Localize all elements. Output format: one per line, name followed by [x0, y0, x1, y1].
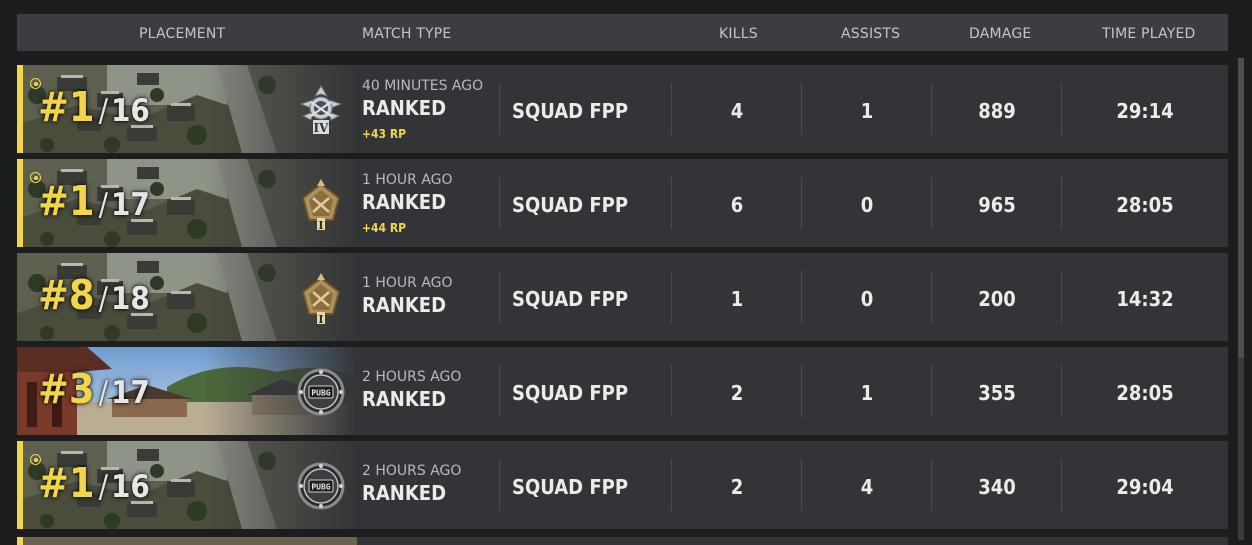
kills-value: 6	[730, 193, 744, 217]
table-header: PLACEMENT MATCH TYPE KILLS ASSISTS DAMAG…	[17, 14, 1228, 51]
svg-text:IV: IV	[314, 121, 330, 135]
gold-i-icon: I	[293, 270, 349, 326]
assists-value: 4	[860, 475, 874, 499]
pubg-badge-text: PUBG	[311, 389, 330, 398]
table-row[interactable]: #8/18 I 1 HOUR AGO RANKED SQUAD FPP 1 0 …	[17, 253, 1228, 341]
table-row[interactable]: #1/17 I 1 HOUR AGO RANKED +44 RP SQUAD F…	[17, 159, 1228, 247]
match-type: SQUAD FPP	[512, 193, 629, 217]
match-mode: RANKED	[362, 96, 447, 120]
column-divider	[499, 459, 500, 511]
column-divider	[499, 177, 500, 229]
scrollbar-thumb[interactable]	[1238, 58, 1244, 358]
placement-rank: #8	[38, 271, 95, 319]
placement-separator: /	[98, 93, 108, 129]
assists-value: 1	[860, 99, 874, 123]
placement-separator: /	[98, 375, 108, 411]
pubg-unranked-icon: PUBG	[293, 458, 349, 514]
placement: #1/16	[38, 459, 150, 515]
header-placement[interactable]: PLACEMENT	[139, 26, 225, 42]
match-mode: RANKED	[362, 387, 447, 411]
win-indicator	[17, 159, 23, 247]
time-played-value: 14:32	[1116, 287, 1174, 311]
match-mode: RANKED	[362, 481, 447, 505]
match-type: SQUAD FPP	[512, 475, 629, 499]
placement-total: 16	[110, 93, 150, 129]
match-type: SQUAD FPP	[512, 287, 629, 311]
column-divider	[499, 271, 500, 323]
gold-i-icon: I	[293, 176, 349, 232]
placement: #1/16	[38, 83, 150, 139]
assists-value: 0	[860, 193, 874, 217]
time-played-value: 29:04	[1116, 475, 1174, 499]
table-row[interactable]: #3/17 PUBG 2 HOURS AGO RANKED SQUAD FPP …	[17, 347, 1228, 435]
scrollbar[interactable]	[1238, 58, 1244, 540]
damage-value: 355	[978, 381, 1016, 405]
match-history-table: PLACEMENT MATCH TYPE KILLS ASSISTS DAMAG…	[17, 14, 1228, 529]
header-kills[interactable]: KILLS	[719, 26, 758, 42]
match-time-ago: 40 MINUTES AGO	[362, 78, 484, 94]
kills-value: 4	[730, 99, 744, 123]
placement-rank: #1	[38, 459, 95, 507]
placement: #8/18	[38, 271, 150, 327]
diamond-iv-icon: IV	[293, 82, 349, 138]
win-indicator	[17, 65, 23, 153]
pubg-badge-text: PUBG	[311, 483, 330, 492]
placement-total: 16	[110, 469, 150, 505]
placement-total: 17	[110, 187, 150, 223]
svg-text:I: I	[318, 219, 323, 232]
header-assists[interactable]: ASSISTS	[841, 26, 900, 42]
header-time-played[interactable]: TIME PLAYED	[1102, 26, 1196, 42]
assists-value: 1	[860, 381, 874, 405]
placement-rank: #1	[38, 83, 95, 131]
placement-separator: /	[98, 469, 108, 505]
placement-total: 17	[110, 375, 150, 411]
match-time-ago: 1 HOUR AGO	[362, 172, 453, 188]
table-row[interactable]: #1/16 IV 40 MINUTES AGO RANKED +43 RP SQ…	[17, 65, 1228, 153]
rp-gain: +44 RP	[362, 221, 407, 235]
header-damage[interactable]: DAMAGE	[969, 26, 1031, 42]
svg-text:I: I	[318, 313, 323, 326]
damage-value: 965	[978, 193, 1016, 217]
placement-rank: #3	[38, 365, 95, 413]
match-time-ago: 2 HOURS AGO	[362, 463, 462, 479]
rp-gain: +43 RP	[362, 127, 407, 141]
match-mode: RANKED	[362, 293, 447, 317]
damage-value: 340	[978, 475, 1016, 499]
win-indicator	[17, 441, 23, 529]
header-match-type[interactable]: MATCH TYPE	[362, 26, 451, 42]
time-played-value: 28:05	[1116, 381, 1174, 405]
placement: #3/17	[38, 365, 150, 421]
pubg-unranked-icon: PUBG	[293, 364, 349, 420]
kills-value: 2	[730, 475, 744, 499]
table-row-partial[interactable]	[17, 537, 1228, 545]
kills-value: 1	[730, 287, 744, 311]
damage-value: 889	[978, 99, 1016, 123]
match-mode: RANKED	[362, 190, 447, 214]
assists-value: 0	[860, 287, 874, 311]
column-divider	[499, 83, 500, 135]
placement: #1/17	[38, 177, 150, 233]
damage-value: 200	[978, 287, 1016, 311]
match-time-ago: 1 HOUR AGO	[362, 275, 453, 291]
kills-value: 2	[730, 381, 744, 405]
match-time-ago: 2 HOURS AGO	[362, 369, 462, 385]
match-type: SQUAD FPP	[512, 381, 629, 405]
time-played-value: 28:05	[1116, 193, 1174, 217]
time-played-value: 29:14	[1116, 99, 1174, 123]
placement-total: 18	[110, 281, 150, 317]
placement-separator: /	[98, 281, 108, 317]
table-row[interactable]: #1/16 PUBG 2 HOURS AGO RANKED SQUAD FPP …	[17, 441, 1228, 529]
column-divider	[499, 365, 500, 417]
placement-separator: /	[98, 187, 108, 223]
placement-rank: #1	[38, 177, 95, 225]
match-type: SQUAD FPP	[512, 99, 629, 123]
